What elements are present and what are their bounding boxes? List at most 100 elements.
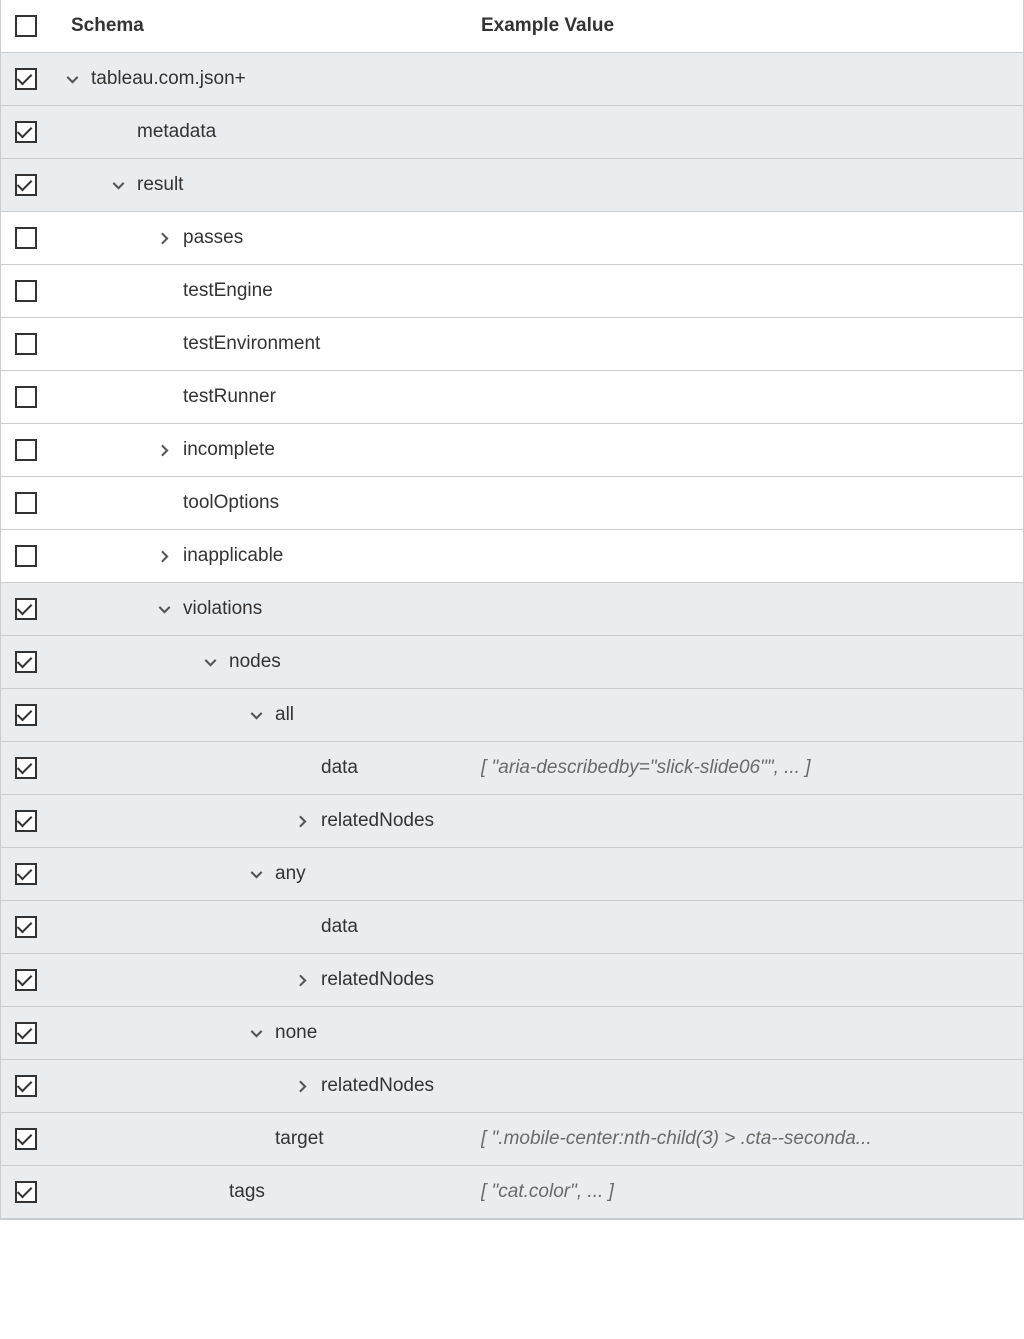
row-checkbox[interactable] xyxy=(15,598,37,620)
row-checkbox[interactable] xyxy=(15,863,37,885)
schema-label: metadata xyxy=(137,121,216,143)
row-checkbox[interactable] xyxy=(15,121,37,143)
checkbox-cell xyxy=(1,704,51,726)
schema-label: nodes xyxy=(229,651,281,673)
schema-cell: data xyxy=(51,916,481,938)
row-checkbox[interactable] xyxy=(15,651,37,673)
schema-cell: incomplete xyxy=(51,439,481,461)
schema-label: violations xyxy=(183,598,262,620)
checkbox-cell xyxy=(1,174,51,196)
row-checkbox[interactable] xyxy=(15,68,37,90)
row-checkbox[interactable] xyxy=(15,916,37,938)
table-row: testEnvironment xyxy=(1,318,1023,371)
example-cell: [ "cat.color", ... ] xyxy=(481,1181,1023,1203)
example-value: [ "cat.color", ... ] xyxy=(481,1181,614,1202)
schema-cell: testRunner xyxy=(51,386,481,408)
chevron-down-icon[interactable] xyxy=(245,709,267,722)
table-row: data xyxy=(1,901,1023,954)
schema-cell: data xyxy=(51,757,481,779)
checkbox-cell xyxy=(1,439,51,461)
schema-table: Schema Example Value tableau.com.json+me… xyxy=(0,0,1024,1220)
table-row: tableau.com.json+ xyxy=(1,53,1023,106)
chevron-down-icon[interactable] xyxy=(199,656,221,669)
example-value: [ ".mobile-center:nth-child(3) > .cta--s… xyxy=(481,1128,872,1149)
example-value: [ "aria-describedby="slick-slide06"", ..… xyxy=(481,757,811,778)
table-row: toolOptions xyxy=(1,477,1023,530)
checkbox-cell xyxy=(1,545,51,567)
table-row: passes xyxy=(1,212,1023,265)
schema-label: inapplicable xyxy=(183,545,283,567)
row-checkbox[interactable] xyxy=(15,1022,37,1044)
schema-label: testEnvironment xyxy=(183,333,320,355)
checkbox-cell xyxy=(1,969,51,991)
table-row: testRunner xyxy=(1,371,1023,424)
checkbox-cell xyxy=(1,810,51,832)
schema-cell: metadata xyxy=(51,121,481,143)
row-checkbox[interactable] xyxy=(15,386,37,408)
row-checkbox[interactable] xyxy=(15,492,37,514)
table-row: target[ ".mobile-center:nth-child(3) > .… xyxy=(1,1113,1023,1166)
row-checkbox[interactable] xyxy=(15,1128,37,1150)
table-row: violations xyxy=(1,583,1023,636)
header-example-label: Example Value xyxy=(481,15,614,36)
table-row: none xyxy=(1,1007,1023,1060)
schema-label: any xyxy=(275,863,306,885)
row-checkbox[interactable] xyxy=(15,1075,37,1097)
select-all-checkbox[interactable] xyxy=(15,15,37,37)
table-row: result xyxy=(1,159,1023,212)
chevron-right-icon[interactable] xyxy=(153,232,175,245)
row-checkbox[interactable] xyxy=(15,333,37,355)
row-checkbox[interactable] xyxy=(15,757,37,779)
row-checkbox[interactable] xyxy=(15,545,37,567)
schema-cell: testEngine xyxy=(51,280,481,302)
schema-cell: toolOptions xyxy=(51,492,481,514)
schema-cell: result xyxy=(51,174,481,196)
schema-cell: none xyxy=(51,1022,481,1044)
schema-cell: tableau.com.json+ xyxy=(51,68,481,90)
schema-label: all xyxy=(275,704,294,726)
schema-label: testRunner xyxy=(183,386,276,408)
schema-label: none xyxy=(275,1022,317,1044)
chevron-right-icon[interactable] xyxy=(153,444,175,457)
schema-cell: violations xyxy=(51,598,481,620)
chevron-down-icon[interactable] xyxy=(107,179,129,192)
checkbox-cell xyxy=(1,863,51,885)
schema-label: result xyxy=(137,174,183,196)
checkbox-cell xyxy=(1,1022,51,1044)
schema-label: relatedNodes xyxy=(321,810,434,832)
schema-cell: inapplicable xyxy=(51,545,481,567)
checkbox-cell xyxy=(1,280,51,302)
schema-cell: relatedNodes xyxy=(51,810,481,832)
table-row: relatedNodes xyxy=(1,954,1023,1007)
schema-label: tags xyxy=(229,1181,265,1203)
chevron-right-icon[interactable] xyxy=(291,815,313,828)
chevron-down-icon[interactable] xyxy=(245,1027,267,1040)
schema-label: toolOptions xyxy=(183,492,279,514)
row-checkbox[interactable] xyxy=(15,439,37,461)
checkbox-cell xyxy=(1,598,51,620)
row-checkbox[interactable] xyxy=(15,280,37,302)
schema-label: testEngine xyxy=(183,280,273,302)
chevron-down-icon[interactable] xyxy=(245,868,267,881)
table-row: all xyxy=(1,689,1023,742)
table-row: testEngine xyxy=(1,265,1023,318)
schema-cell: all xyxy=(51,704,481,726)
row-checkbox[interactable] xyxy=(15,1181,37,1203)
checkbox-cell xyxy=(1,651,51,673)
chevron-down-icon[interactable] xyxy=(61,73,83,86)
chevron-right-icon[interactable] xyxy=(291,1080,313,1093)
table-row: metadata xyxy=(1,106,1023,159)
header-checkbox-cell xyxy=(1,15,51,37)
checkbox-cell xyxy=(1,1075,51,1097)
row-checkbox[interactable] xyxy=(15,969,37,991)
row-checkbox[interactable] xyxy=(15,174,37,196)
chevron-right-icon[interactable] xyxy=(153,550,175,563)
checkbox-cell xyxy=(1,227,51,249)
row-checkbox[interactable] xyxy=(15,704,37,726)
chevron-right-icon[interactable] xyxy=(291,974,313,987)
chevron-down-icon[interactable] xyxy=(153,603,175,616)
row-checkbox[interactable] xyxy=(15,227,37,249)
checkbox-cell xyxy=(1,1181,51,1203)
row-checkbox[interactable] xyxy=(15,810,37,832)
table-row: tags [ "cat.color", ... ] xyxy=(1,1166,1023,1219)
